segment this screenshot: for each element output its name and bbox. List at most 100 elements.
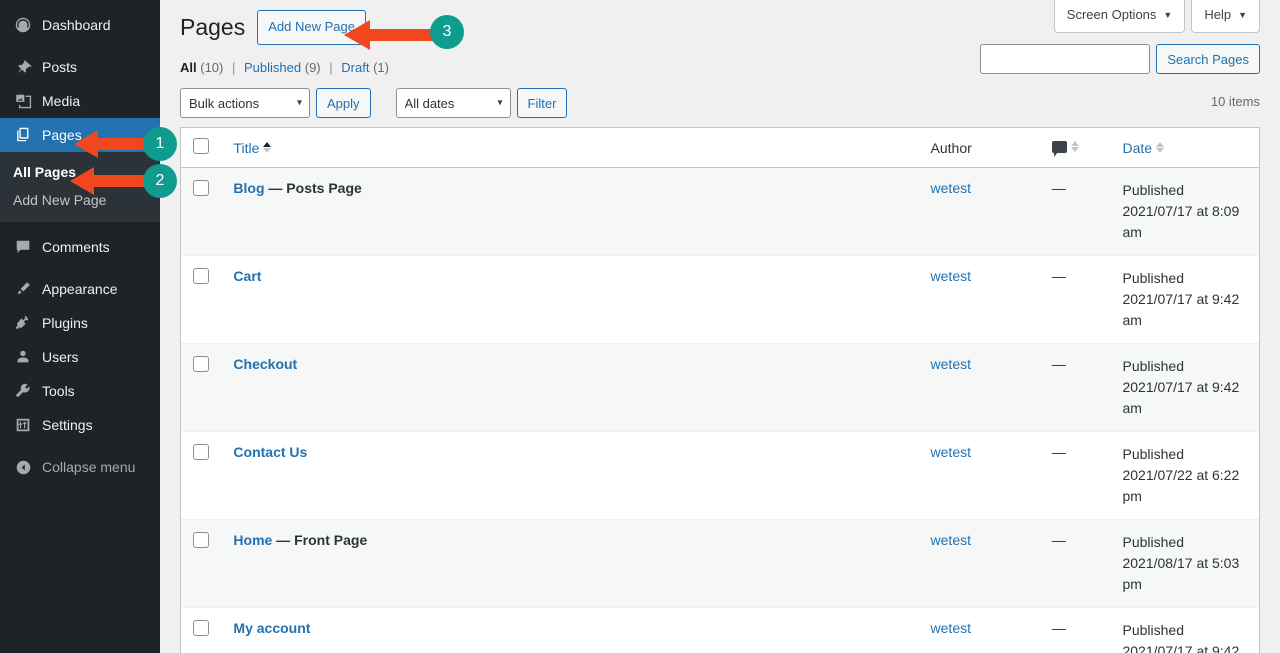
- date-value: 2021/07/17 at 9:42 am: [1122, 379, 1240, 416]
- status-link-draft[interactable]: Draft: [341, 60, 369, 75]
- row-date-cell: Published 2021/07/17 at 8:09 am: [1112, 168, 1259, 256]
- author-link[interactable]: wetest: [931, 620, 971, 636]
- row-date-cell: Published 2021/07/22 at 6:22 pm: [1112, 432, 1259, 520]
- row-checkbox[interactable]: [193, 532, 209, 548]
- sort-date-link[interactable]: Date: [1122, 140, 1165, 156]
- row-author-cell: wetest: [920, 256, 1042, 344]
- sidebar-item-dashboard[interactable]: Dashboard: [0, 8, 160, 42]
- page-title-link[interactable]: Cart: [233, 268, 261, 284]
- search-box: Search Pages: [980, 44, 1260, 74]
- row-author-cell: wetest: [921, 608, 1042, 653]
- sidebar-item-label: Comments: [42, 239, 110, 255]
- search-pages-button[interactable]: Search Pages: [1156, 44, 1260, 74]
- column-header-author: Author: [920, 128, 1042, 168]
- date-status: Published: [1122, 622, 1184, 638]
- row-checkbox[interactable]: [193, 620, 209, 636]
- comment-icon: [1051, 140, 1067, 157]
- column-author-label: Author: [930, 139, 972, 156]
- page-title-link[interactable]: Checkout: [233, 356, 297, 372]
- sort-title-link[interactable]: Title: [233, 140, 272, 156]
- sidebar-item-posts[interactable]: Posts: [0, 50, 160, 84]
- author-link[interactable]: wetest: [931, 532, 971, 548]
- select-all-checkbox[interactable]: [193, 138, 209, 154]
- page-title-link[interactable]: Contact Us: [233, 444, 307, 460]
- status-divider: |: [329, 60, 333, 75]
- filter-button[interactable]: Filter: [516, 88, 568, 118]
- author-link[interactable]: wetest: [931, 180, 971, 196]
- author-link[interactable]: wetest: [931, 268, 971, 284]
- sidebar-item-label: Appearance: [42, 281, 118, 297]
- annotation-badge-3: 3: [430, 15, 464, 49]
- page-title-row: Pages Add New Page: [180, 0, 1260, 45]
- search-input[interactable]: [980, 44, 1151, 74]
- sidebar-item-label: Users: [42, 349, 79, 365]
- sidebar-separator-4: [0, 442, 160, 450]
- column-header-date[interactable]: Date: [1112, 128, 1259, 168]
- page-title-link[interactable]: My account: [233, 620, 310, 636]
- plugins-icon: [13, 313, 33, 333]
- sidebar-item-users[interactable]: Users: [0, 340, 160, 374]
- sidebar-item-settings[interactable]: Settings: [0, 408, 160, 442]
- annotation-number: 3: [442, 23, 452, 40]
- author-link[interactable]: wetest: [931, 444, 971, 460]
- sidebar-item-comments[interactable]: Comments: [0, 230, 160, 264]
- page-title: Pages: [180, 13, 246, 40]
- post-state-label: — Posts Page: [268, 180, 362, 196]
- table-row: My account wetest — Published 2021/07/17 at …: [181, 608, 1259, 653]
- pin-icon: [13, 57, 33, 77]
- page-title-link[interactable]: Home: [233, 532, 272, 548]
- row-title-cell: Cart: [223, 256, 921, 344]
- sidebar-item-plugins[interactable]: Plugins: [0, 306, 160, 340]
- sidebar-item-media[interactable]: Media: [0, 84, 160, 118]
- apply-button[interactable]: Apply: [316, 88, 371, 118]
- row-date-cell: Published 2021/07/17 at 9:42 am: [1112, 608, 1259, 653]
- table-navigation-top: Bulk actions ▾ Apply All dates ▾ Filter …: [180, 87, 1260, 119]
- page-title-link[interactable]: Blog: [233, 180, 264, 196]
- column-header-comments[interactable]: [1041, 128, 1113, 168]
- status-link-published[interactable]: Published: [244, 60, 301, 75]
- status-link-all[interactable]: All: [180, 60, 197, 75]
- row-title-cell: Contact Us: [223, 432, 921, 520]
- sidebar-separator-2: [0, 222, 160, 230]
- row-checkbox[interactable]: [193, 180, 209, 196]
- row-checkbox[interactable]: [193, 444, 209, 460]
- column-date-label: Date: [1122, 139, 1153, 156]
- bulk-actions-select[interactable]: Bulk actions: [180, 88, 310, 118]
- post-state-label: — Front Page: [276, 532, 368, 548]
- sort-comments-link[interactable]: [1051, 140, 1080, 157]
- author-link[interactable]: wetest: [931, 356, 971, 372]
- row-author-cell: wetest: [920, 432, 1042, 520]
- tools-icon: [13, 381, 33, 401]
- row-author-cell: wetest: [920, 344, 1042, 432]
- sidebar-item-label: Tools: [42, 383, 75, 399]
- row-comments-cell: —: [1041, 168, 1113, 256]
- dashboard-icon: [13, 15, 33, 35]
- table-row: Home — Front Page wetest — Published 2021/08…: [181, 520, 1259, 608]
- sidebar-item-label: Settings: [42, 417, 93, 433]
- users-icon: [13, 347, 33, 367]
- row-date-cell: Published 2021/08/17 at 5:03 pm: [1112, 520, 1259, 608]
- all-dates-select[interactable]: All dates: [395, 88, 511, 118]
- column-header-title[interactable]: Title: [223, 128, 921, 168]
- collapse-menu-button[interactable]: Collapse menu: [0, 450, 160, 484]
- table-row: Cart wetest — Published 2021/07/17 at 9:42 a…: [181, 256, 1259, 344]
- sort-indicator-icon: [1070, 141, 1080, 152]
- row-checkbox[interactable]: [193, 268, 209, 284]
- row-select-cell: [181, 256, 224, 344]
- row-title-cell: My account: [223, 608, 920, 653]
- row-checkbox[interactable]: [193, 356, 209, 372]
- annotation-number: 1: [155, 135, 165, 152]
- items-count: 10 items: [1210, 94, 1260, 109]
- status-count-published: (9): [304, 60, 321, 75]
- sidebar-item-appearance[interactable]: Appearance: [0, 272, 160, 306]
- table-body: Blog — Posts Page wetest — Published 2021/07…: [181, 168, 1259, 653]
- table-row: Blog — Posts Page wetest — Published 2021/07…: [181, 168, 1259, 256]
- row-select-cell: [181, 608, 223, 653]
- row-title-cell: Checkout: [223, 344, 921, 432]
- date-status: Published: [1122, 534, 1184, 550]
- collapse-menu-label: Collapse menu: [42, 459, 136, 475]
- row-comments-cell: —: [1042, 608, 1113, 653]
- sort-indicator-icon: [1156, 142, 1165, 153]
- sidebar-separator-1: [0, 42, 160, 50]
- sidebar-item-tools[interactable]: Tools: [0, 374, 160, 408]
